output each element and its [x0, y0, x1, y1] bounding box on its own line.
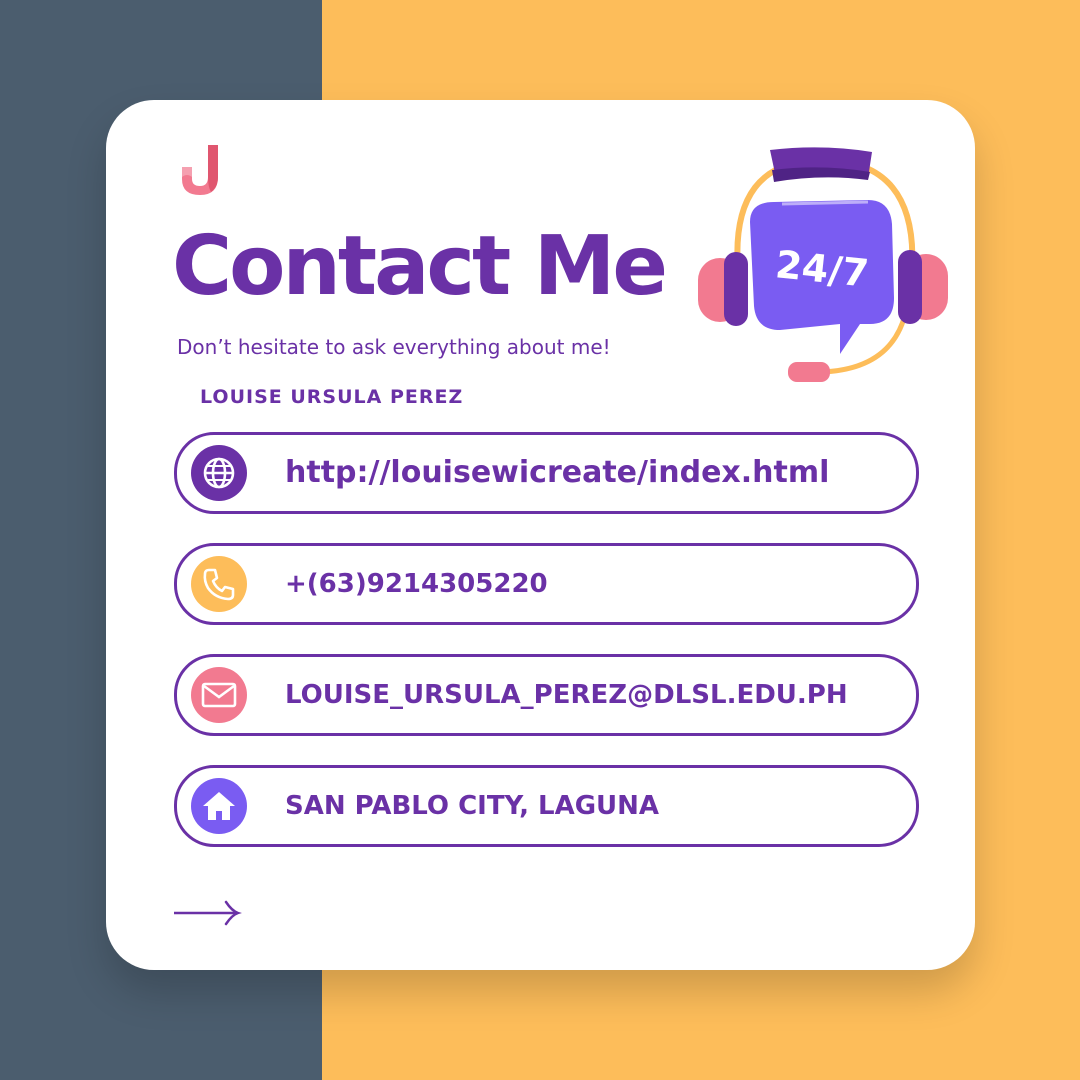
- contact-name: LOUISE URSULA PEREZ: [200, 386, 464, 408]
- email-text[interactable]: LOUISE_URSULA_PEREZ@DLSL.EDU.PH: [285, 657, 848, 733]
- home-icon-badge: [191, 778, 247, 834]
- mail-icon: [201, 682, 237, 708]
- subtitle: Don’t hesitate to ask everything about m…: [177, 335, 611, 359]
- phone-icon-badge: [191, 556, 247, 612]
- phone-icon: [203, 568, 235, 601]
- email-row[interactable]: LOUISE_URSULA_PEREZ@DLSL.EDU.PH: [174, 654, 919, 736]
- address-text[interactable]: SAN PABLO CITY, LAGUNA: [285, 768, 659, 844]
- home-icon: [203, 792, 235, 820]
- globe-icon-badge: [191, 445, 247, 501]
- website-text[interactable]: http://louisewicreate/index.html: [285, 435, 829, 511]
- page-title: Contact Me: [172, 219, 668, 314]
- mail-icon-badge: [191, 667, 247, 723]
- phone-text[interactable]: +(63)9214305220: [285, 546, 548, 622]
- headset-24-7-icon: 24/7: [698, 147, 948, 382]
- arrow-right-icon[interactable]: [172, 898, 242, 928]
- website-row[interactable]: http://louisewicreate/index.html: [174, 432, 919, 514]
- globe-icon: [203, 457, 235, 489]
- address-row[interactable]: SAN PABLO CITY, LAGUNA: [174, 765, 919, 847]
- brand-logo-icon: [182, 145, 218, 195]
- phone-row[interactable]: +(63)9214305220: [174, 543, 919, 625]
